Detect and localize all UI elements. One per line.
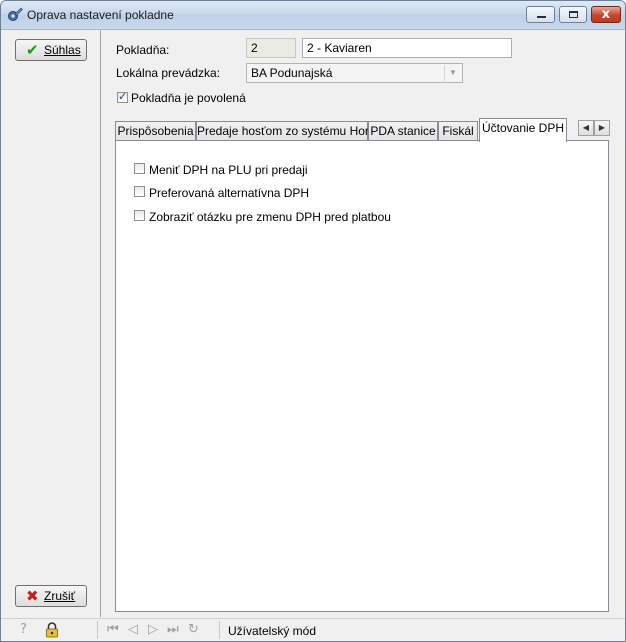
previous-record-icon[interactable]: ◁ [128, 622, 138, 637]
title-bar[interactable]: Oprava nastavení pokladne x [1, 1, 625, 30]
vat-change-plu-label: Meniť DPH na PLU pri predaji [149, 163, 308, 177]
close-button[interactable]: x [591, 6, 621, 23]
maximize-button[interactable] [559, 6, 587, 23]
next-record-icon[interactable]: ▷ [148, 622, 158, 637]
vat-ask-before-payment-checkbox[interactable] [134, 210, 145, 221]
tab-predaje-hostom[interactable]: Predaje hosťom zo systému Horec [196, 121, 382, 141]
minimize-button[interactable] [526, 6, 555, 23]
tab-prisposobenia[interactable]: Prispôsobenia [115, 121, 196, 141]
dialog-window: Oprava nastavení pokladne x ✔ Súhlas ✖ Z… [0, 0, 626, 642]
tab-scroll-left-icon[interactable]: ◀ [578, 120, 594, 136]
status-bar: ? ⏮ ◁ ▷ ⏭ ↻ Užívatelský mód [1, 618, 625, 641]
tab-uctovanie-dph[interactable]: Účtovanie DPH [479, 118, 567, 142]
cancel-button[interactable]: ✖ Zrušiť [15, 585, 87, 607]
window-title: Oprava nastavení pokladne [27, 8, 174, 22]
vat-change-plu-checkbox[interactable] [134, 163, 145, 174]
pokladna-enabled-checkbox[interactable] [117, 90, 128, 103]
tab-scroll-buttons: ◀ ▶ [568, 120, 610, 136]
prevadzka-value: BA Podunajská [251, 66, 333, 80]
action-panel: ✔ Súhlas ✖ Zrušiť [1, 30, 101, 617]
vat-preferred-alt-checkbox[interactable] [134, 186, 145, 197]
close-icon: x [601, 7, 611, 22]
first-record-icon[interactable]: ⏮ [107, 622, 119, 637]
help-icon[interactable]: ? [20, 622, 27, 637]
pokladna-number-field: 2 [246, 38, 296, 58]
checkmark-icon: ✔ [26, 41, 39, 59]
prevadzka-combobox[interactable]: BA Podunajská ▼ [246, 63, 463, 83]
chevron-down-icon[interactable]: ▼ [444, 65, 461, 81]
accept-button-label: Súhlas [44, 43, 81, 57]
tab-pda-stanice[interactable]: PDA stanice [368, 121, 438, 141]
accept-button[interactable]: ✔ Súhlas [15, 39, 87, 61]
refresh-icon[interactable]: ↻ [188, 622, 199, 637]
status-separator [219, 621, 220, 639]
pokladna-label: Pokladňa: [116, 43, 170, 57]
gear-wrench-icon [8, 7, 23, 21]
pokladna-name-field[interactable]: 2 - Kaviaren [302, 38, 512, 58]
cross-icon: ✖ [26, 587, 39, 605]
cancel-button-label: Zrušiť [44, 589, 76, 603]
vat-ask-before-payment-label: Zobraziť otázku pre zmenu DPH pred platb… [149, 210, 391, 224]
last-record-icon[interactable]: ⏭ [167, 622, 179, 637]
vat-preferred-alt-label: Preferovaná alternatívna DPH [149, 186, 310, 200]
tab-scroll-right-icon[interactable]: ▶ [594, 120, 610, 136]
lock-icon[interactable] [45, 622, 59, 638]
tab-fiskal[interactable]: Fiskál [438, 121, 478, 141]
prevadzka-label: Lokálna prevádzka: [116, 66, 221, 80]
status-separator [97, 621, 98, 639]
maximize-icon [569, 11, 578, 18]
pokladna-enabled-label: Pokladňa je povolená [131, 91, 246, 105]
minimize-icon [537, 16, 546, 18]
status-mode-text: Užívatelský mód [228, 624, 317, 638]
